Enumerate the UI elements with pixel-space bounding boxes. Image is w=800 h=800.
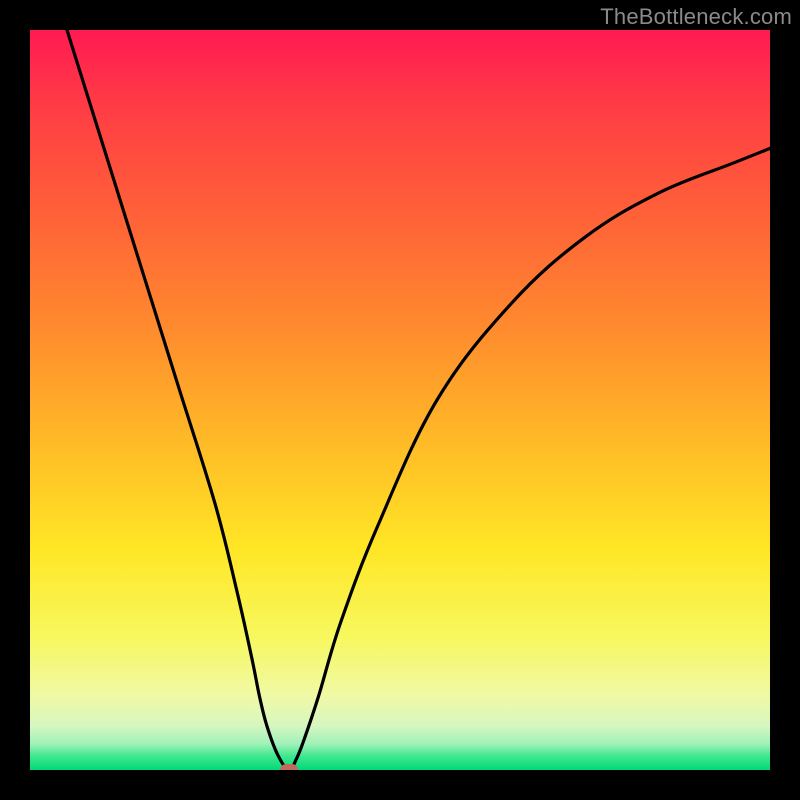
optimal-point-marker [280,764,298,770]
plot-area [30,30,770,770]
watermark-text: TheBottleneck.com [600,4,792,30]
bottleneck-curve [30,30,770,770]
chart-frame: TheBottleneck.com [0,0,800,800]
